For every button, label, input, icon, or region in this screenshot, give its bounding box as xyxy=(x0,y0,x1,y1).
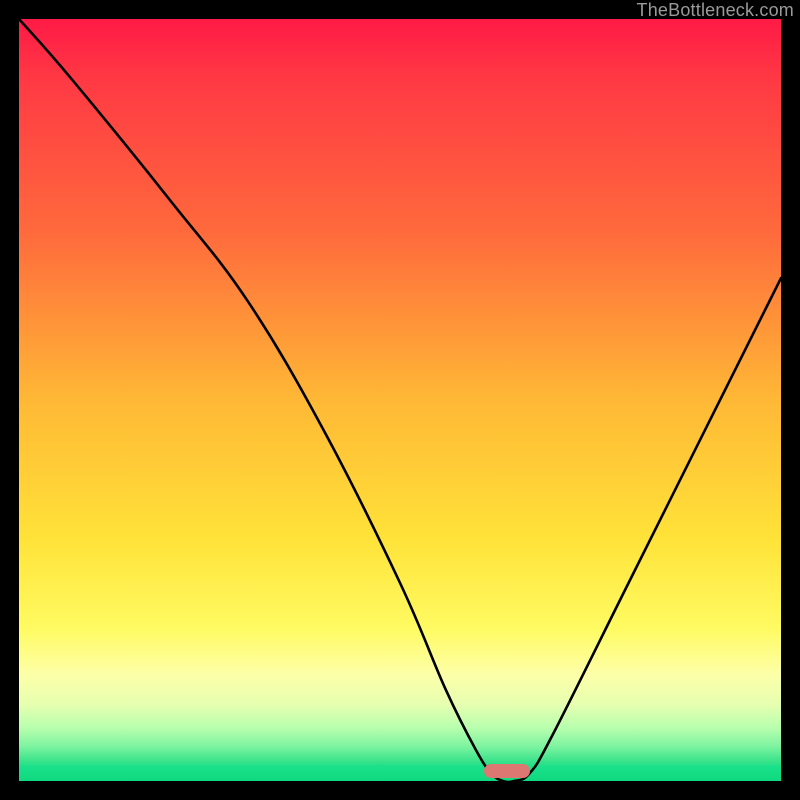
optimum-marker xyxy=(484,764,530,778)
plot-area xyxy=(19,19,781,781)
watermark-text: TheBottleneck.com xyxy=(637,0,794,21)
bottleneck-curve-path xyxy=(19,19,781,781)
curve-layer xyxy=(19,19,781,781)
chart-stage: TheBottleneck.com xyxy=(0,0,800,800)
